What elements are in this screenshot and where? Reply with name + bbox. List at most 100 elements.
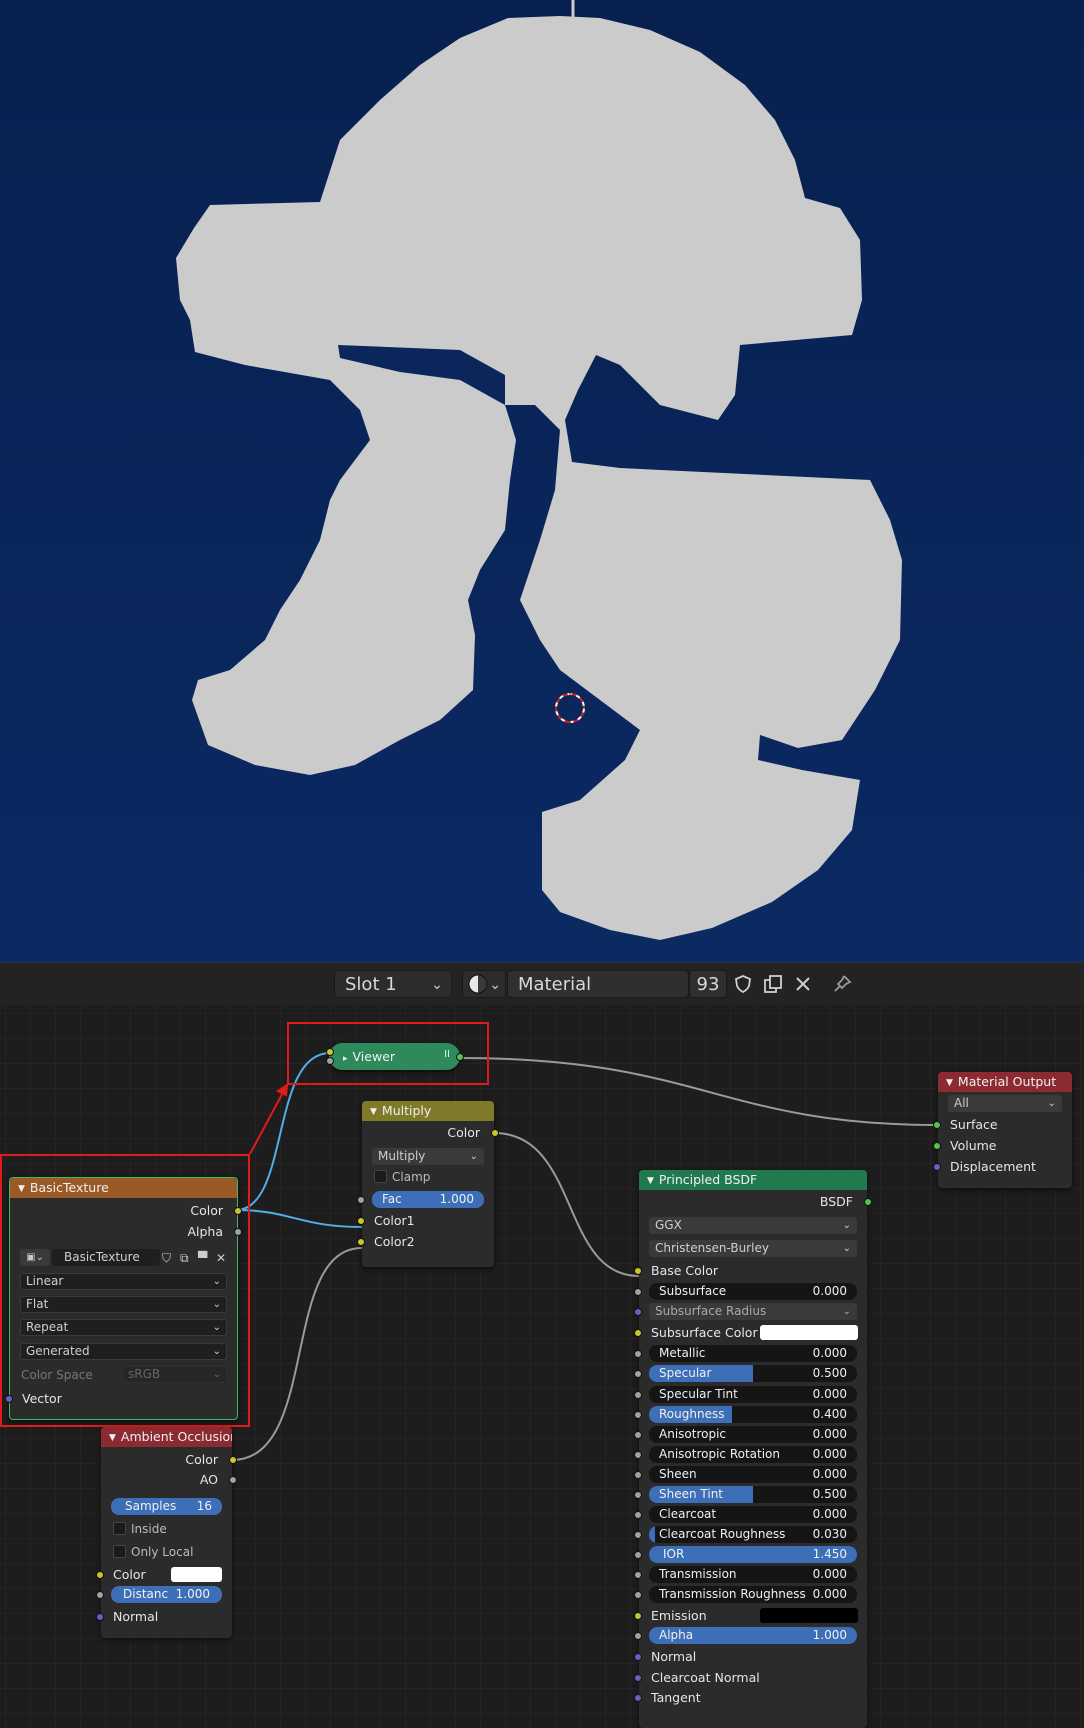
anisotropic-rotation-slider[interactable]: Anisotropic Rotation 0.000 <box>649 1446 857 1463</box>
collapse-triangle-icon[interactable]: ▼ <box>370 1102 377 1121</box>
material-name-field[interactable]: Material <box>507 970 689 998</box>
distance-slider[interactable]: Distanc 1.000 <box>111 1586 222 1603</box>
ior-socket[interactable] <box>634 1551 642 1559</box>
collapse-triangle-icon[interactable]: ▼ <box>109 1428 116 1447</box>
clearcoat-roughness-slider[interactable]: Clearcoat Roughness 0.030 <box>649 1526 857 1543</box>
specular-slider[interactable]: Specular 0.500 <box>649 1365 857 1382</box>
only-local-checkbox[interactable] <box>113 1545 126 1558</box>
distribution-dropdown[interactable]: GGX ⌄ <box>649 1217 857 1234</box>
bsdf-output-socket[interactable] <box>864 1198 872 1206</box>
viewer-input-color-socket[interactable] <box>326 1048 334 1056</box>
interpolation-dropdown[interactable]: Linear ⌄ <box>20 1273 227 1290</box>
color-space-dropdown[interactable]: sRGB ⌄ <box>122 1366 227 1383</box>
ao-output-ao-socket[interactable] <box>229 1476 237 1484</box>
samples-field[interactable]: Samples 16 <box>111 1498 222 1515</box>
pin-icon[interactable] <box>828 970 856 998</box>
clearcoat-slider[interactable]: Clearcoat 0.000 <box>649 1506 857 1523</box>
unlink-image-close-icon[interactable]: ✕ <box>216 1248 226 1268</box>
source-dropdown[interactable]: Generated ⌄ <box>20 1343 227 1360</box>
ao-output-color-socket[interactable] <box>229 1456 237 1464</box>
image-browse-button[interactable]: ▣⌄ <box>20 1249 50 1266</box>
color1-input-socket[interactable] <box>357 1217 365 1225</box>
image-name-field[interactable]: BasicTexture <box>52 1249 160 1266</box>
specular-tint-slider[interactable]: Specular Tint 0.000 <box>649 1386 857 1403</box>
distance-input-socket[interactable] <box>96 1591 104 1599</box>
alpha-slider[interactable]: Alpha 1.000 <box>649 1627 857 1644</box>
duplicate-image-icon[interactable]: ⧉ <box>180 1248 189 1268</box>
ambient-occlusion-node[interactable]: ▼ Ambient Occlusion Color AO Samples 16 In… <box>96 1427 237 1638</box>
emission-socket[interactable] <box>634 1612 642 1620</box>
metallic-socket[interactable] <box>634 1350 642 1358</box>
color2-input-socket[interactable] <box>357 1238 365 1246</box>
anisotropic-socket[interactable] <box>634 1431 642 1439</box>
unlink-material-close-icon[interactable] <box>789 970 817 998</box>
subsurface-socket[interactable] <box>634 1288 642 1296</box>
blend-mode-dropdown[interactable]: Multiply ⌄ <box>372 1148 484 1165</box>
clamp-checkbox[interactable] <box>374 1170 387 1183</box>
sheen-tint-socket[interactable] <box>634 1491 642 1499</box>
roughness-slider[interactable]: Roughness 0.400 <box>649 1406 857 1423</box>
anisotropic-rotation-socket[interactable] <box>634 1451 642 1459</box>
slot-dropdown[interactable]: Slot 1 ⌄ <box>334 970 452 998</box>
viewer-input-alpha-socket[interactable] <box>326 1057 334 1065</box>
ao-color-swatch[interactable] <box>171 1567 222 1582</box>
metallic-slider[interactable]: Metallic 0.000 <box>649 1345 857 1362</box>
fac-slider[interactable]: Fac 1.000 <box>372 1191 484 1208</box>
projection-dropdown[interactable]: Flat ⌄ <box>20 1296 227 1313</box>
ao-color-input-socket[interactable] <box>96 1571 104 1579</box>
ior-slider[interactable]: IOR 1.450 <box>649 1546 857 1563</box>
ao-normal-input-socket[interactable] <box>96 1613 104 1621</box>
clearcoat-normal-socket[interactable] <box>634 1674 642 1682</box>
displacement-input-socket[interactable] <box>933 1163 941 1171</box>
duplicate-material-icon[interactable] <box>759 970 787 998</box>
vector-input-socket[interactable] <box>5 1395 13 1403</box>
basic-texture-node[interactable]: ▼ BasicTexture Color Alpha ▣⌄ BasicTextur… <box>5 1177 242 1420</box>
multiply-node[interactable]: ▼ Multiply Color Multiply ⌄ Clamp Fac 1.000… <box>357 1101 499 1267</box>
viewer-output-socket[interactable] <box>456 1053 464 1061</box>
roughness-socket[interactable] <box>634 1411 642 1419</box>
subsurface-method-dropdown[interactable]: Christensen-Burley ⌄ <box>649 1240 857 1257</box>
transmission-roughness-slider[interactable]: Transmission Roughness 0.000 <box>649 1586 857 1603</box>
target-dropdown[interactable]: All ⌄ <box>948 1095 1062 1112</box>
material-output-node[interactable]: ▼ Material Output All ⌄ Surface Volume Dis… <box>933 1072 1072 1188</box>
specular-tint-socket[interactable] <box>634 1391 642 1399</box>
texture-output-color-socket[interactable] <box>234 1207 242 1215</box>
volume-input-socket[interactable] <box>933 1142 941 1150</box>
sheen-slider[interactable]: Sheen 0.000 <box>649 1466 857 1483</box>
inside-checkbox[interactable] <box>113 1522 126 1535</box>
base-color-input-socket[interactable] <box>634 1267 642 1275</box>
transmission-slider[interactable]: Transmission 0.000 <box>649 1566 857 1583</box>
subsurface-slider[interactable]: Subsurface 0.000 <box>649 1283 857 1300</box>
surface-input-socket[interactable] <box>933 1121 941 1129</box>
viewer-node[interactable]: ▸ Viewer II <box>326 1043 464 1070</box>
transmission-roughness-socket[interactable] <box>634 1591 642 1599</box>
emission-color-swatch[interactable] <box>760 1608 858 1623</box>
transmission-socket[interactable] <box>634 1571 642 1579</box>
subsurface-color-swatch[interactable] <box>760 1325 858 1340</box>
normal-socket[interactable] <box>634 1653 642 1661</box>
fake-user-shield-icon[interactable]: ⛉ <box>162 1248 171 1268</box>
multiply-output-color-socket[interactable] <box>491 1129 499 1137</box>
material-users-count[interactable]: 93 <box>689 970 727 998</box>
principled-bsdf-node[interactable]: ▼ Principled BSDF BSDF GGX ⌄ Christensen-B… <box>634 1170 872 1728</box>
3d-viewport[interactable] <box>0 0 1084 962</box>
subsurface-radius-socket[interactable] <box>634 1308 642 1316</box>
shader-node-editor[interactable]: ▸ Viewer II ▼ Multiply Color Multiply ⌄ Cla… <box>0 1005 1084 1728</box>
material-browse-button[interactable]: ⌄ <box>462 970 506 998</box>
open-folder-icon[interactable]: ▀ <box>198 1248 207 1268</box>
collapse-triangle-icon[interactable]: ▼ <box>18 1179 25 1198</box>
sheen-tint-slider[interactable]: Sheen Tint 0.500 <box>649 1486 857 1503</box>
subsurface-color-socket[interactable] <box>634 1329 642 1337</box>
collapse-triangle-icon[interactable]: ▼ <box>946 1073 953 1092</box>
fac-input-socket[interactable] <box>357 1196 365 1204</box>
clearcoat-roughness-socket[interactable] <box>634 1531 642 1539</box>
texture-output-alpha-socket[interactable] <box>234 1228 242 1236</box>
sheen-socket[interactable] <box>634 1471 642 1479</box>
anisotropic-slider[interactable]: Anisotropic 0.000 <box>649 1426 857 1443</box>
clearcoat-socket[interactable] <box>634 1511 642 1519</box>
collapse-triangle-icon[interactable]: ▸ <box>343 1054 348 1064</box>
specular-socket[interactable] <box>634 1370 642 1378</box>
fake-user-shield-icon[interactable] <box>729 970 757 998</box>
alpha-socket[interactable] <box>634 1632 642 1640</box>
extension-dropdown[interactable]: Repeat ⌄ <box>20 1319 227 1336</box>
